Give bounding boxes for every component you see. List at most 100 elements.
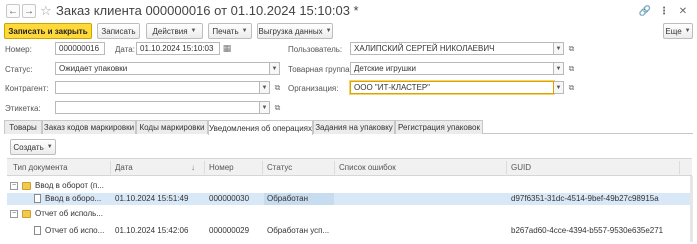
cell-number: 000000029	[209, 226, 250, 235]
cell-doc-type: Отчет об испо...	[45, 226, 105, 235]
cell-number: 000000030	[209, 194, 250, 203]
table-group-row[interactable]: − Отчет об исполь...	[7, 208, 692, 220]
chevron-down-icon: ▼	[555, 45, 562, 52]
table-header: Тип документа Дата ↓ Номер Статус Список…	[7, 158, 692, 176]
vertical-scrollbar[interactable]	[690, 176, 693, 242]
date-field[interactable]: 01.10.2024 15:10:03	[136, 42, 220, 55]
create-label: Создать	[13, 142, 44, 152]
organization-open-icon[interactable]: ⧉	[566, 81, 577, 94]
column-header-doc-type[interactable]: Тип документа	[13, 163, 68, 172]
date-label: Дата:	[115, 45, 135, 54]
chevron-down-icon: ▼	[261, 104, 268, 111]
cell-guid: d97f6351-31dc-4514-9bef-49b27c98915a	[511, 194, 659, 203]
print-button[interactable]: Печать ▼	[208, 23, 252, 39]
user-open-icon[interactable]: ⧉	[566, 42, 577, 55]
product-group-field[interactable]: Детские игрушки	[350, 62, 554, 75]
document-icon	[34, 194, 41, 203]
counterparty-field[interactable]	[55, 81, 260, 94]
chevron-down-icon: ▼	[190, 28, 197, 34]
table-row[interactable]: Ввод в оборо... 01.10.2024 15:51:49 0000…	[7, 193, 692, 205]
window-title: Заказ клиента 000000016 от 01.10.2024 15…	[56, 3, 359, 18]
actions-label: Действия	[152, 26, 188, 36]
back-arrow-icon: ←	[8, 5, 18, 17]
column-header-number[interactable]: Номер	[209, 163, 234, 172]
export-label: Выгрузка данных	[258, 26, 323, 36]
group-name: Отчет об исполь...	[35, 209, 103, 218]
chevron-down-icon: ▼	[271, 65, 278, 72]
sort-descending-icon: ↓	[191, 163, 195, 172]
number-label: Номер:	[5, 45, 32, 54]
chevron-down-icon: ▼	[261, 84, 268, 91]
column-header-guid[interactable]: GUID	[511, 163, 531, 172]
product-group-open-icon[interactable]: ⧉	[566, 62, 577, 75]
chevron-down-icon: ▼	[241, 28, 248, 34]
save-and-close-button[interactable]: Записать и закрыть	[4, 23, 92, 39]
tab-marking-codes-order[interactable]: Заказ кодов маркировки	[42, 120, 136, 134]
counterparty-open-icon[interactable]: ⧉	[272, 81, 283, 94]
cell-date: 01.10.2024 15:42:06	[115, 226, 189, 235]
tab-marking-codes[interactable]: Коды маркировки	[136, 120, 208, 134]
column-divider	[204, 161, 205, 174]
column-divider	[506, 161, 507, 174]
export-button[interactable]: Выгрузка данных ▼	[257, 23, 333, 39]
back-button[interactable]: ←	[6, 4, 20, 18]
folder-icon	[22, 210, 31, 218]
organization-label: Организация:	[288, 84, 339, 93]
cell-guid: b267ad60-4cce-4394-b557-9530e635e271	[511, 226, 664, 235]
user-field[interactable]: ХАЛИПСКИЙ СЕРГЕЙ НИКОЛАЕВИЧ	[350, 42, 554, 55]
user-dropdown-button[interactable]: ▼	[554, 42, 564, 55]
document-icon	[34, 226, 41, 235]
label-dropdown-button[interactable]: ▼	[260, 101, 270, 114]
column-header-errors[interactable]: Список ошибок	[339, 163, 396, 172]
counterparty-dropdown-button[interactable]: ▼	[260, 81, 270, 94]
table-group-row[interactable]: − Ввод в оборот (п...	[7, 180, 692, 192]
chevron-down-icon: ▼	[46, 144, 53, 150]
chevron-down-icon: ▼	[555, 65, 562, 72]
label-field[interactable]	[55, 101, 260, 114]
user-label: Пользователь:	[288, 45, 343, 54]
group-name: Ввод в оборот (п...	[35, 181, 104, 190]
status-label: Статус:	[5, 65, 33, 74]
calendar-icon[interactable]: ▦	[221, 42, 233, 55]
tab-bar: Товары Заказ кодов маркировки Коды марки…	[4, 120, 693, 135]
link-icon[interactable]: 🔗	[639, 5, 651, 17]
column-divider	[110, 161, 111, 174]
more-vertical-icon[interactable]: ⋮	[658, 5, 670, 17]
cell-date: 01.10.2024 15:51:49	[115, 194, 189, 203]
create-button[interactable]: Создать ▼	[10, 139, 56, 155]
chevron-down-icon: ▼	[684, 28, 691, 34]
column-header-date[interactable]: Дата	[115, 163, 133, 172]
forward-button[interactable]: →	[22, 4, 36, 18]
tab-operation-notifications[interactable]: Уведомления об операциях	[208, 120, 313, 135]
organization-dropdown-button[interactable]: ▼	[554, 81, 564, 94]
cell-status: Обработан усп...	[267, 226, 330, 235]
more-label: Еще	[665, 26, 682, 36]
close-icon[interactable]: ✕	[677, 5, 689, 17]
tab-packing-tasks[interactable]: Задания на упаковку	[313, 120, 395, 134]
tab-goods[interactable]: Товары	[4, 120, 42, 134]
column-header-status[interactable]: Статус	[267, 163, 292, 172]
counterparty-label: Контрагент:	[5, 84, 49, 93]
organization-field[interactable]: ООО "ИТ-КЛАСТЕР"	[350, 81, 554, 94]
collapse-toggle-icon[interactable]: −	[10, 182, 18, 190]
forward-arrow-icon: →	[24, 5, 34, 17]
status-dropdown-button[interactable]: ▼	[270, 62, 280, 75]
more-button[interactable]: Еще ▼	[663, 23, 693, 39]
table-row[interactable]: Отчет об испо... 01.10.2024 15:42:06 000…	[7, 225, 692, 237]
number-field[interactable]: 000000016	[55, 42, 105, 55]
actions-button[interactable]: Действия ▼	[146, 23, 203, 39]
label-label: Этикетка:	[5, 104, 41, 113]
print-label: Печать	[212, 26, 239, 36]
label-open-icon[interactable]: ⧉	[272, 101, 283, 114]
tab-package-registration[interactable]: Регистрация упаковок	[395, 120, 483, 134]
collapse-toggle-icon[interactable]: −	[10, 210, 18, 218]
folder-icon	[22, 182, 31, 190]
column-divider	[334, 161, 335, 174]
column-divider	[262, 161, 263, 174]
cell-doc-type: Ввод в оборо...	[45, 194, 102, 203]
save-button[interactable]: Записать	[97, 23, 140, 39]
product-group-dropdown-button[interactable]: ▼	[554, 62, 564, 75]
status-field[interactable]: Ожидает упаковки	[55, 62, 270, 75]
cell-status: Обработан	[264, 193, 334, 205]
favorite-star-icon[interactable]: ☆	[40, 3, 52, 19]
